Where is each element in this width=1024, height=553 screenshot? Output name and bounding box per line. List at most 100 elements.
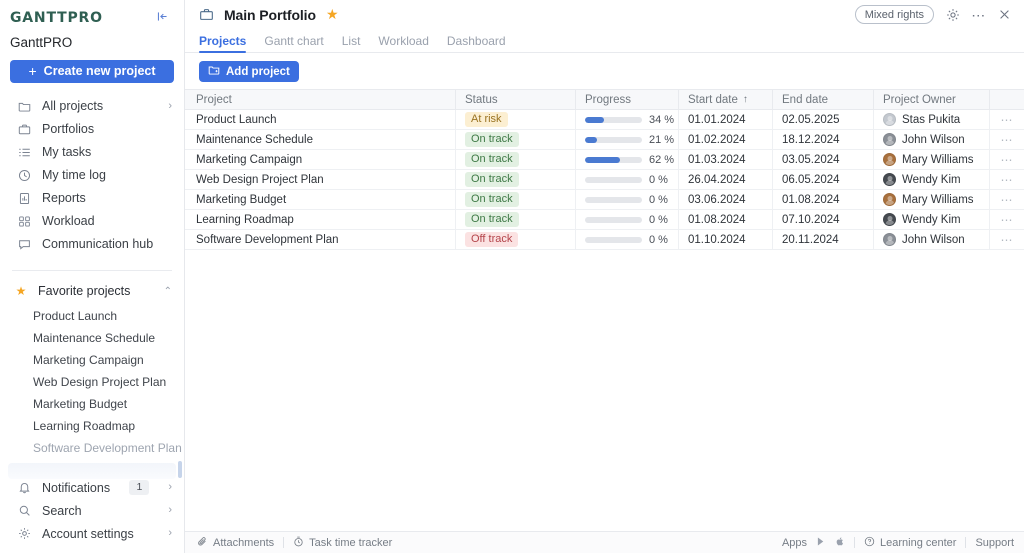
cell-end-date: 01.08.2024 xyxy=(773,190,874,209)
favorite-item-maintenance-schedule[interactable]: Maintenance Schedule xyxy=(0,327,184,349)
footer-divider xyxy=(854,537,855,548)
cell-actions: ⋯ xyxy=(990,170,1024,189)
row-more-icon[interactable]: ⋯ xyxy=(1001,237,1014,243)
sidebar-item-label: Reports xyxy=(42,191,172,205)
add-project-button[interactable]: Add project xyxy=(199,61,299,82)
favorite-projects-header[interactable]: ★ Favorite projects ⌃ xyxy=(0,281,184,302)
gear-icon xyxy=(17,527,31,541)
cell-progress: 34 % xyxy=(576,110,679,129)
sidebar-item-label: All projects xyxy=(42,99,157,113)
briefcase-icon xyxy=(17,122,31,136)
cell-start-date: 01.03.2024 xyxy=(679,150,773,169)
apple-icon[interactable] xyxy=(835,536,845,550)
column-header-end-date[interactable]: End date xyxy=(773,90,874,109)
cell-actions: ⋯ xyxy=(990,130,1024,149)
header-actions: Mixed rights ⋯ xyxy=(855,5,1016,24)
footer-right: Apps Learning xyxy=(782,536,1014,550)
row-more-icon[interactable]: ⋯ xyxy=(1001,137,1014,143)
sidebar-item-communication-hub[interactable]: Communication hub xyxy=(0,233,184,256)
cell-project-owner: Mary Williams xyxy=(874,190,990,209)
cell-status: On track xyxy=(456,170,576,189)
row-more-icon[interactable]: ⋯ xyxy=(1001,177,1014,183)
table-row[interactable]: Product Launch At risk 34 % 01.01.2024 0… xyxy=(185,110,1024,130)
chevron-right-icon[interactable]: › xyxy=(168,482,172,493)
sidebar-item-label: Search xyxy=(42,504,157,518)
cell-actions: ⋯ xyxy=(990,150,1024,169)
gear-icon[interactable] xyxy=(945,7,960,22)
row-more-icon[interactable]: ⋯ xyxy=(1001,217,1014,223)
cell-end-date: 06.05.2024 xyxy=(773,170,874,189)
column-header-start-date[interactable]: Start date ↑ xyxy=(679,90,773,109)
partially-scrolled-item[interactable] xyxy=(8,463,176,479)
column-header-project-owner[interactable]: Project Owner xyxy=(874,90,990,109)
table-row[interactable]: Marketing Campaign On track 62 % 01.03.2… xyxy=(185,150,1024,170)
chevron-right-icon[interactable]: › xyxy=(168,528,172,539)
status-badge: At risk xyxy=(465,112,508,127)
favorite-item-marketing-budget[interactable]: Marketing Budget xyxy=(0,393,184,415)
more-horizontal-icon[interactable]: ⋯ xyxy=(971,7,986,22)
sidebar-item-notifications[interactable]: Notifications 1 › xyxy=(0,476,184,499)
column-header-actions xyxy=(990,90,1024,109)
sidebar-scrollbar[interactable] xyxy=(178,461,182,478)
attachments-button[interactable]: Attachments xyxy=(197,536,274,550)
column-header-status[interactable]: Status xyxy=(456,90,576,109)
google-play-icon[interactable] xyxy=(816,536,826,550)
help-circle-icon xyxy=(864,536,875,550)
favorite-item-web-design-project-plan[interactable]: Web Design Project Plan xyxy=(0,371,184,393)
table-row[interactable]: Software Development Plan Off track 0 % … xyxy=(185,230,1024,250)
favorite-item-learning-roadmap[interactable]: Learning Roadmap xyxy=(0,415,184,437)
support-button[interactable]: Support xyxy=(975,537,1014,549)
column-header-progress[interactable]: Progress xyxy=(576,90,679,109)
sidebar-item-my-time-log[interactable]: My time log xyxy=(0,164,184,187)
tab-workload[interactable]: Workload xyxy=(378,34,428,52)
mixed-rights-badge[interactable]: Mixed rights xyxy=(855,5,934,24)
create-new-project-button[interactable]: + Create new project xyxy=(10,60,174,83)
favorite-item-software-development-plan[interactable]: Software Development Plan xyxy=(0,437,184,459)
sidebar-item-account-settings[interactable]: Account settings › xyxy=(0,522,184,545)
row-more-icon[interactable]: ⋯ xyxy=(1001,157,1014,163)
task-time-tracker-button[interactable]: Task time tracker xyxy=(293,536,392,550)
favorite-star-icon[interactable]: ★ xyxy=(326,6,339,23)
list-icon xyxy=(17,145,31,159)
table-row[interactable]: Web Design Project Plan On track 0 % 26.… xyxy=(185,170,1024,190)
close-icon[interactable] xyxy=(997,7,1012,22)
progress-label: 0 % xyxy=(649,214,668,226)
favorite-item-marketing-campaign[interactable]: Marketing Campaign xyxy=(0,349,184,371)
tab-gantt-chart[interactable]: Gantt chart xyxy=(264,34,323,52)
owner-name: John Wilson xyxy=(902,234,965,246)
tab-projects[interactable]: Projects xyxy=(199,34,246,52)
owner-name: Wendy Kim xyxy=(902,174,961,186)
favorite-item-product-launch[interactable]: Product Launch xyxy=(0,305,184,327)
table-row[interactable]: Maintenance Schedule On track 21 % 01.02… xyxy=(185,130,1024,150)
collapse-panel-icon[interactable] xyxy=(153,8,172,27)
row-more-icon[interactable]: ⋯ xyxy=(1001,117,1014,123)
sidebar-item-portfolios[interactable]: Portfolios xyxy=(0,118,184,141)
tab-dashboard[interactable]: Dashboard xyxy=(447,34,506,52)
chevron-up-icon[interactable]: ⌃ xyxy=(164,286,172,297)
footer-divider xyxy=(965,537,966,548)
cell-project: Web Design Project Plan xyxy=(185,170,456,189)
sidebar-item-my-tasks[interactable]: My tasks xyxy=(0,141,184,164)
learning-center-label: Learning center xyxy=(880,537,956,549)
sidebar-scroll-area xyxy=(0,461,184,476)
sidebar-item-workload[interactable]: Workload xyxy=(0,210,184,233)
tab-list[interactable]: List xyxy=(342,34,361,52)
table-row[interactable]: Learning Roadmap On track 0 % 01.08.2024… xyxy=(185,210,1024,230)
table-row[interactable]: Marketing Budget On track 0 % 03.06.2024… xyxy=(185,190,1024,210)
chevron-right-icon[interactable]: › xyxy=(168,505,172,516)
avatar xyxy=(883,133,896,146)
owner-name: Stas Pukita xyxy=(902,114,960,126)
star-icon: ★ xyxy=(14,284,28,298)
learning-center-button[interactable]: Learning center xyxy=(864,536,956,550)
sidebar-item-search[interactable]: Search › xyxy=(0,499,184,522)
status-badge: On track xyxy=(465,192,519,207)
progress-track xyxy=(585,117,642,123)
sidebar-item-reports[interactable]: Reports xyxy=(0,187,184,210)
page-title: Main Portfolio xyxy=(224,7,316,23)
sidebar-item-all-projects[interactable]: All projects › xyxy=(0,95,184,118)
chevron-right-icon[interactable]: › xyxy=(168,101,172,112)
cell-status: Off track xyxy=(456,230,576,249)
briefcase-icon xyxy=(199,7,214,22)
row-more-icon[interactable]: ⋯ xyxy=(1001,197,1014,203)
column-header-project[interactable]: Project xyxy=(185,90,456,109)
